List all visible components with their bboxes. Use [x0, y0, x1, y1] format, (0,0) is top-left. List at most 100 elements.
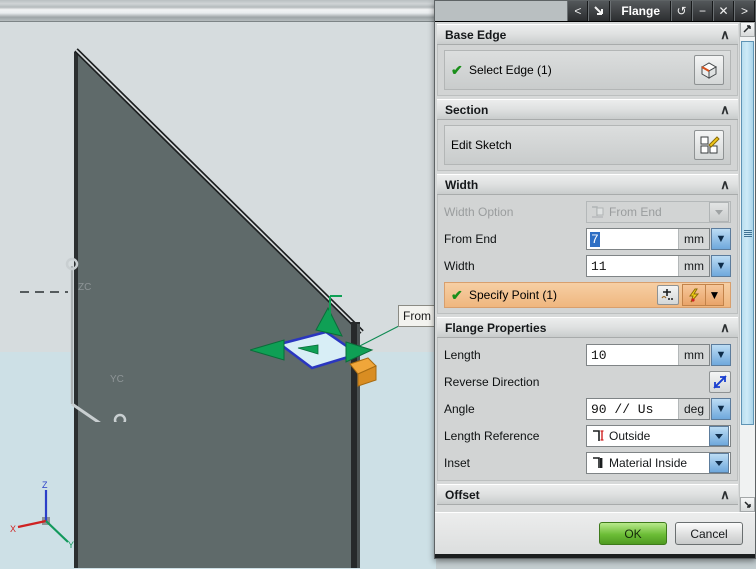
width-value-row: Width 11 mm ▼: [444, 254, 731, 278]
section-header-base-edge[interactable]: Base Edge ∧: [437, 24, 738, 45]
from-end-input[interactable]: 7 mm: [586, 228, 710, 250]
length-input[interactable]: 10 mm: [586, 344, 710, 366]
width-value-input[interactable]: 11 mm: [586, 255, 710, 277]
flange-dialog: < Flange ↺ − ✕ > Base Edge ∧ ✔ Select Ed…: [434, 0, 756, 559]
flange-drag-handles[interactable]: [248, 282, 450, 412]
section-header-flange-properties[interactable]: Flange Properties ∧: [437, 317, 738, 338]
specify-point-label: Specify Point (1): [469, 288, 558, 302]
section-body-base-edge: ✔ Select Edge (1): [437, 45, 738, 96]
chevron-down-icon[interactable]: [709, 426, 729, 446]
chevron-down-icon[interactable]: [709, 453, 729, 473]
angle-value: 90 // Us: [591, 401, 654, 417]
scrollbar-track[interactable]: [740, 37, 755, 497]
width-option-value: From End: [609, 205, 662, 219]
length-stepper[interactable]: ▼: [711, 344, 731, 366]
datum-label-zc: ZC: [78, 282, 92, 293]
section-title-base-edge: Base Edge: [445, 27, 507, 42]
dialog-back-button[interactable]: <: [567, 1, 589, 21]
edit-sketch-row[interactable]: Edit Sketch: [444, 125, 731, 165]
width-value-label: Width: [444, 259, 475, 273]
section-body-section: Edit Sketch: [437, 120, 738, 171]
from-end-label: From End: [444, 232, 497, 246]
select-edge-row[interactable]: ✔ Select Edge (1): [444, 50, 731, 90]
section-body-width: Width Option From End From End 7 mm ▼ Wi…: [437, 195, 738, 314]
dialog-scrollbar[interactable]: [739, 22, 755, 512]
inset-label: Inset: [444, 456, 471, 470]
dialog-title: Flange: [610, 1, 671, 21]
reverse-direction-icon[interactable]: [709, 371, 731, 393]
length-unit: mm: [678, 345, 709, 365]
dialog-scroll-content: Base Edge ∧ ✔ Select Edge (1) Section ∧ …: [435, 22, 739, 512]
snap-point-dropdown-icon[interactable]: ▼: [705, 285, 723, 305]
coordinate-triad: Z X Y: [6, 462, 116, 562]
dialog-close-button[interactable]: ✕: [713, 1, 734, 21]
section-title-flange-properties: Flange Properties: [445, 320, 547, 335]
angle-row: Angle 90 // Us deg ▼: [444, 397, 731, 421]
section-title-width: Width: [445, 177, 479, 192]
width-option-row: Width Option From End: [444, 200, 731, 224]
from-end-unit: mm: [678, 229, 709, 249]
chevron-up-icon[interactable]: ∧: [716, 487, 734, 503]
scroll-down-button[interactable]: [740, 497, 755, 512]
reverse-direction-label: Reverse Direction: [444, 375, 540, 389]
scrollbar-thumb[interactable]: [741, 41, 754, 425]
point-constructor-icon[interactable]: [657, 285, 679, 305]
edit-sketch-icon[interactable]: [694, 130, 724, 160]
dialog-reset-button[interactable]: ↺: [671, 1, 692, 21]
angle-label: Angle: [444, 402, 475, 416]
width-value: 11: [591, 258, 607, 274]
length-reference-combo[interactable]: Outside: [586, 425, 731, 447]
triad-label-x: X: [10, 524, 17, 534]
chevron-up-icon[interactable]: ∧: [716, 102, 734, 118]
section-title-section: Section: [445, 102, 489, 117]
titlebar-spacer: [435, 1, 568, 21]
length-reference-value: Outside: [609, 429, 651, 443]
dialog-body: Base Edge ∧ ✔ Select Edge (1) Section ∧ …: [435, 22, 755, 512]
length-value: 10: [591, 347, 607, 363]
angle-unit: deg: [677, 399, 709, 419]
select-edge-cube-icon[interactable]: [694, 55, 724, 85]
triad-label-y: Y: [68, 540, 75, 550]
ok-button[interactable]: OK: [599, 522, 667, 545]
edit-sketch-label: Edit Sketch: [451, 138, 512, 152]
flange-dimension-callout[interactable]: From: [398, 305, 436, 327]
inset-row: Inset Material Inside: [444, 451, 731, 475]
work-coordinate-system: ZC YC: [20, 252, 170, 454]
dialog-forward-button[interactable]: >: [734, 1, 755, 21]
length-label: Length: [444, 348, 481, 362]
inset-value: Material Inside: [609, 456, 688, 470]
from-end-stepper[interactable]: ▼: [711, 228, 731, 250]
chevron-up-icon[interactable]: ∧: [716, 320, 734, 336]
check-icon: ✔: [451, 61, 463, 78]
dialog-pin-arrow-icon[interactable]: [588, 1, 611, 21]
chevron-down-icon[interactable]: [709, 202, 729, 222]
section-header-width[interactable]: Width ∧: [437, 174, 738, 195]
angle-input[interactable]: 90 // Us deg: [586, 398, 710, 420]
section-header-section[interactable]: Section ∧: [437, 99, 738, 120]
length-reference-row: Length Reference Outside: [444, 424, 731, 448]
select-edge-label: Select Edge (1): [469, 63, 552, 77]
nx-flange-screen: ZC YC Z X Y From < Flange ↺ − ✕ > Base E…: [0, 0, 756, 569]
width-option-combo[interactable]: From End: [586, 201, 731, 223]
chevron-up-icon[interactable]: ∧: [716, 27, 734, 43]
width-value-stepper[interactable]: ▼: [711, 255, 731, 277]
dialog-titlebar: < Flange ↺ − ✕ >: [435, 1, 755, 22]
inset-combo[interactable]: Material Inside: [586, 452, 731, 474]
section-header-offset[interactable]: Offset ∧: [437, 484, 738, 505]
chevron-up-icon[interactable]: ∧: [716, 177, 734, 193]
specify-point-row[interactable]: ✔ Specify Point (1) ▼: [444, 282, 731, 308]
dialog-minimize-button[interactable]: −: [692, 1, 713, 21]
scrollbar-grip-icon: [743, 229, 752, 237]
angle-stepper[interactable]: ▼: [711, 398, 731, 420]
inset-icon: [593, 457, 603, 468]
length-reference-label: Length Reference: [444, 429, 540, 443]
snap-point-icon[interactable]: [683, 285, 705, 305]
scroll-up-button[interactable]: [740, 22, 755, 37]
snap-point-group[interactable]: ▼: [682, 284, 724, 306]
cancel-button[interactable]: Cancel: [675, 522, 743, 545]
section-title-offset: Offset: [445, 487, 480, 502]
width-option-label: Width Option: [444, 205, 514, 219]
triad-label-z: Z: [42, 480, 48, 490]
from-end-row: From End 7 mm ▼: [444, 227, 731, 251]
from-end-value: 7: [590, 231, 600, 247]
